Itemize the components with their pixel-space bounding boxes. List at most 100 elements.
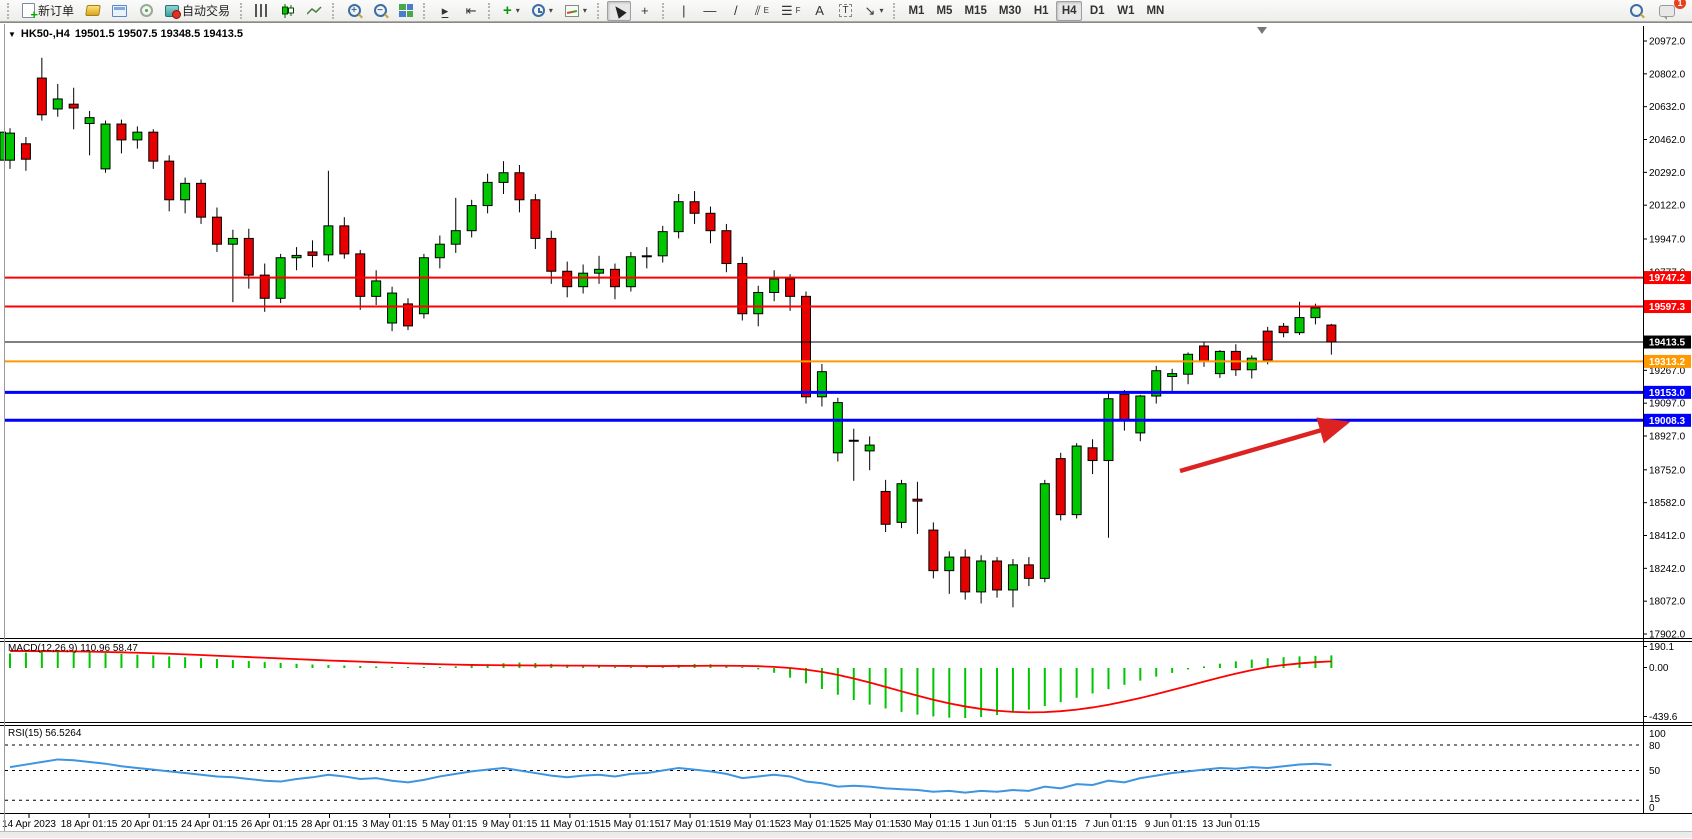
candlestick-chart-button[interactable]	[276, 1, 300, 21]
timeframe-button-w1[interactable]: W1	[1112, 1, 1139, 21]
svg-text:20122.0: 20122.0	[1649, 201, 1686, 212]
timeframe-button-d1[interactable]: D1	[1084, 1, 1110, 21]
bar-chart-button[interactable]	[250, 1, 274, 21]
chart-title: ▼ HK50-,H4 19501.5 19507.5 19348.5 19413…	[8, 28, 243, 40]
text-tool-button[interactable]: A	[808, 1, 832, 21]
svg-text:13 Jun 01:15: 13 Jun 01:15	[1202, 819, 1260, 830]
label-tool-icon: T	[839, 4, 851, 17]
svg-text:7 Jun 01:15: 7 Jun 01:15	[1085, 819, 1138, 830]
svg-text:18752.0: 18752.0	[1649, 465, 1686, 476]
chart-shift-button[interactable]: ⇤	[459, 1, 483, 21]
svg-text:19008.3: 19008.3	[1649, 416, 1686, 427]
market-watch-icon	[112, 5, 127, 17]
template-icon	[565, 5, 579, 17]
toolbar-grip	[488, 3, 493, 19]
zoom-in-button[interactable]: +	[342, 1, 366, 21]
line-chart-button[interactable]	[302, 1, 327, 21]
price-axis[interactable]: 20972.020802.020632.020462.020292.020122…	[1643, 37, 1691, 641]
zoom-out-icon: −	[374, 4, 387, 17]
svg-text:0.00: 0.00	[1649, 663, 1669, 674]
toolbar: 新订单 自动交易 + − ▸̲ ⇤ +▾ ▾ ▾ + | — / ⫽E ☰F A…	[0, 0, 1692, 22]
time-axis[interactable]: 14 Apr 202318 Apr 01:1520 Apr 01:1524 Ap…	[2, 814, 1260, 830]
svg-text:19413.5: 19413.5	[1649, 338, 1686, 349]
tile-windows-button[interactable]	[394, 1, 418, 21]
periods-button[interactable]: ▾	[527, 1, 558, 21]
autotrading-label: 自动交易	[182, 2, 230, 19]
signals-button[interactable]	[134, 1, 158, 21]
label-tool-button[interactable]: T	[834, 1, 858, 21]
chart-window: 20972.020802.020632.020462.020292.020122…	[0, 22, 1692, 838]
timeframe-button-mn[interactable]: MN	[1141, 1, 1169, 21]
svg-text:17 May 01:15: 17 May 01:15	[660, 819, 721, 830]
svg-text:1 Jun 01:15: 1 Jun 01:15	[964, 819, 1017, 830]
toolbar-grip	[662, 3, 667, 19]
svg-text:18582.0: 18582.0	[1649, 498, 1686, 509]
svg-text:24 Apr 01:15: 24 Apr 01:15	[181, 819, 238, 830]
auto-scroll-icon: ▸̲	[442, 3, 449, 19]
collapse-triangle-icon[interactable]: ▼	[8, 30, 16, 39]
zoom-out-button[interactable]: −	[368, 1, 392, 21]
auto-scroll-button[interactable]: ▸̲	[433, 1, 457, 21]
svg-text:190.1: 190.1	[1649, 642, 1674, 653]
new-order-button[interactable]: 新订单	[17, 1, 79, 21]
crosshair-tool-button[interactable]: +	[633, 1, 657, 21]
candlestick-icon	[281, 4, 295, 18]
tile-windows-icon	[399, 4, 413, 17]
timeframe-button-h1[interactable]: H1	[1028, 1, 1054, 21]
timeframe-button-m1[interactable]: M1	[903, 1, 929, 21]
chat-icon	[1659, 5, 1675, 17]
horizontal-line-tool-button[interactable]: —	[698, 1, 722, 21]
trendline-tool-button[interactable]: /	[724, 1, 748, 21]
chart-shift-marker[interactable]	[1257, 27, 1267, 34]
market-watch-button[interactable]	[107, 1, 132, 21]
svg-text:11 May 01:15: 11 May 01:15	[540, 819, 600, 830]
trendline-icon: /	[734, 3, 738, 18]
cursor-tool-button[interactable]	[607, 1, 631, 21]
horizontal-line-icon: —	[703, 3, 716, 18]
search-button[interactable]	[1624, 1, 1648, 21]
toolbar-grip	[7, 3, 12, 19]
timeframe-button-m15[interactable]: M15	[959, 1, 991, 21]
templates-button[interactable]: ▾	[560, 1, 592, 21]
svg-text:18242.0: 18242.0	[1649, 564, 1686, 575]
chart-title-ohlc: 19501.5 19507.5 19348.5 19413.5	[75, 28, 243, 40]
svg-text:20292.0: 20292.0	[1649, 168, 1686, 179]
annotation-arrow[interactable]	[1180, 423, 1346, 471]
toolbar-grip	[893, 3, 898, 19]
svg-text:20632.0: 20632.0	[1649, 102, 1686, 113]
price-chart[interactable]: 20972.020802.020632.020462.020292.020122…	[0, 23, 1692, 839]
notifications-button[interactable]: 1	[1654, 1, 1680, 21]
svg-text:15 May 01:15: 15 May 01:15	[600, 819, 661, 830]
fibonacci-tool-button[interactable]: ☰F	[776, 1, 806, 21]
svg-text:19 May 01:15: 19 May 01:15	[720, 819, 781, 830]
vertical-line-icon: |	[682, 3, 685, 18]
svg-text:23 May 01:15: 23 May 01:15	[780, 819, 841, 830]
vertical-line-tool-button[interactable]: |	[672, 1, 696, 21]
horizontal-level-lines[interactable]	[5, 278, 1643, 421]
notification-badge: 1	[1674, 0, 1686, 9]
timeframe-button-m30[interactable]: M30	[994, 1, 1026, 21]
svg-text:19097.0: 19097.0	[1649, 399, 1686, 410]
arrows-tool-button[interactable]: ↘▾	[860, 1, 889, 21]
rsi-panel: 1008050150	[5, 729, 1666, 814]
svg-text:18 Apr 01:15: 18 Apr 01:15	[61, 819, 118, 830]
autotrading-button[interactable]: 自动交易	[160, 1, 235, 21]
toolbar-grip	[332, 3, 337, 19]
timeframe-button-m5[interactable]: M5	[931, 1, 957, 21]
svg-text:5 Jun 01:15: 5 Jun 01:15	[1025, 819, 1078, 830]
new-order-label: 新订单	[38, 2, 74, 19]
svg-text:9 Jun 01:15: 9 Jun 01:15	[1145, 819, 1198, 830]
channel-tool-button[interactable]: ⫽E	[750, 1, 774, 21]
svg-text:5 May 01:15: 5 May 01:15	[422, 819, 477, 830]
svg-text:3 May 01:15: 3 May 01:15	[362, 819, 417, 830]
indicators-button[interactable]: +▾	[498, 1, 525, 21]
trade-ticket-button[interactable]	[81, 1, 105, 21]
timeframe-button-h4[interactable]: H4	[1056, 1, 1082, 21]
line-chart-icon	[307, 5, 322, 17]
svg-text:18412.0: 18412.0	[1649, 531, 1686, 542]
text-tool-icon: A	[815, 3, 824, 18]
toolbar-grip	[240, 3, 245, 19]
autotrading-icon	[165, 5, 179, 17]
svg-text:20802.0: 20802.0	[1649, 69, 1686, 80]
ticket-icon	[85, 5, 101, 16]
